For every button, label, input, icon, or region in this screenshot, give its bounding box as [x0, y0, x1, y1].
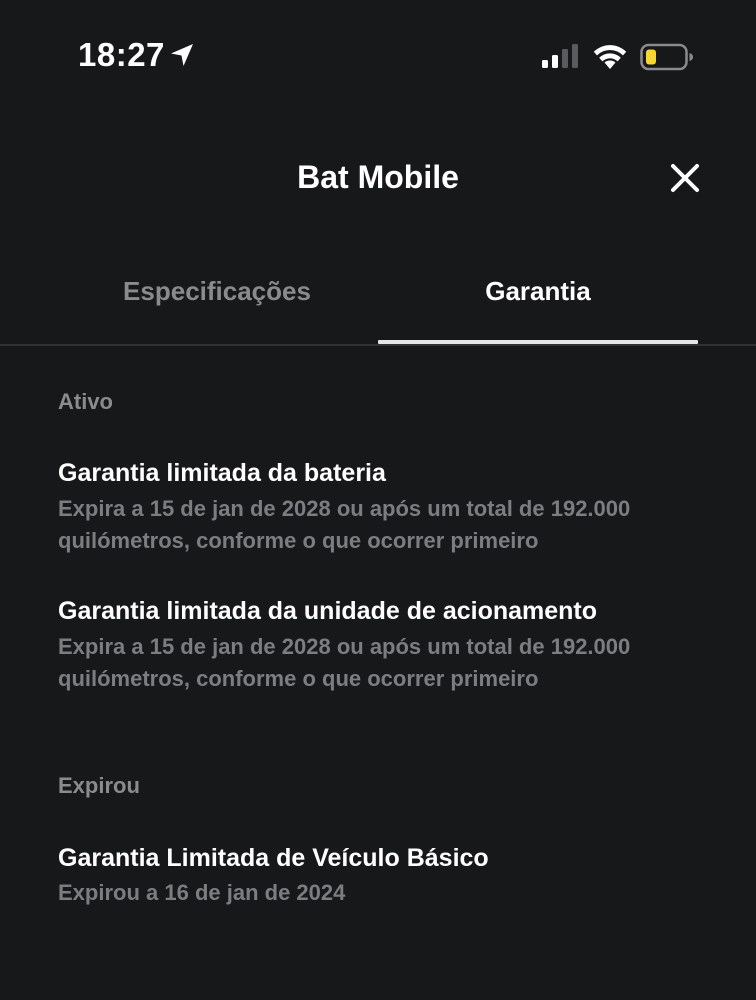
warranty-description-line: quilómetros, conforme o que ocorrer prim…: [58, 666, 539, 691]
warranty-description: Expira a 15 de jan de 2028 ou após um to…: [58, 493, 698, 557]
page-title: Bat Mobile: [297, 159, 459, 195]
section-label-active: Ativo: [58, 389, 113, 414]
status-time: 18:27: [78, 36, 165, 73]
tabs-divider: [0, 344, 756, 346]
tab-warranty[interactable]: Garantia: [378, 262, 698, 344]
tab-bar: Especificações Garantia: [0, 262, 756, 346]
warranty-title: Garantia limitada da bateria: [58, 459, 386, 487]
warranty-description-line: quilómetros, conforme o que ocorrer prim…: [58, 528, 539, 553]
warranty-description: Expira a 15 de jan de 2028 ou após um to…: [58, 631, 698, 695]
warranty-description-line: Expira a 15 de jan de 2028 ou após um to…: [58, 634, 631, 659]
warranty-description-line: Expira a 15 de jan de 2028 ou após um to…: [58, 496, 631, 521]
tab-specifications[interactable]: Especificações: [57, 262, 377, 344]
warranty-title: Garantia Limitada de Veículo Básico: [58, 844, 489, 872]
warranty-description: Expirou a 16 de jan de 2024: [58, 877, 698, 909]
warranty-title: Garantia limitada da unidade de acioname…: [58, 597, 598, 625]
status-bar: 18:27: [0, 0, 756, 110]
battery-low-icon: [640, 43, 693, 71]
location-arrow-icon: [171, 44, 193, 66]
section-label-expired: Expirou: [58, 773, 140, 798]
close-icon[interactable]: [664, 157, 706, 199]
cellular-signal-icon: [542, 44, 578, 68]
warranty-description-line: Expirou a 16 de jan de 2024: [58, 880, 346, 905]
wifi-icon: [593, 45, 627, 69]
